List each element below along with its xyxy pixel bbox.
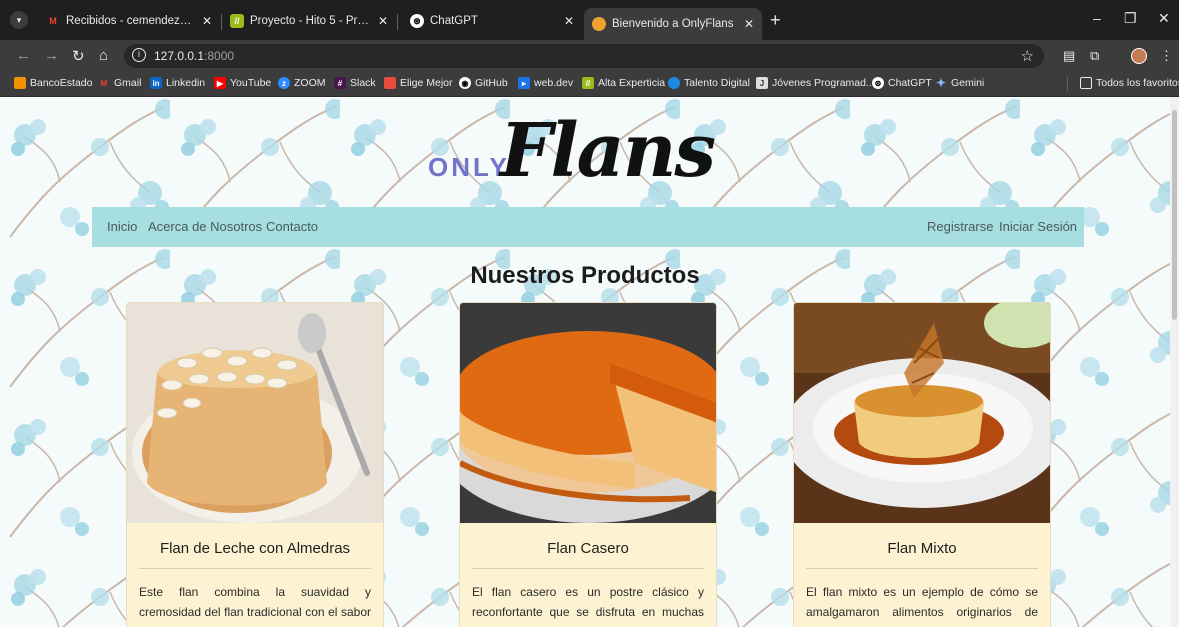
- bookmarks-bar: BancoEstado M Gmail in Linkedin ▶ YouTube z…: [0, 72, 1179, 97]
- scrollbar-thumb[interactable]: [1172, 110, 1177, 320]
- altaexperticia-icon: //: [582, 77, 594, 89]
- url-text: 127.0.0.1:8000: [154, 49, 235, 63]
- tab-chatgpt[interactable]: ⊛ ChatGPT ✕: [402, 8, 582, 34]
- product-image-flan-mixto: [794, 303, 1050, 523]
- jovenesprogramadores-icon: J: [756, 77, 768, 89]
- product-name: Flan Mixto: [887, 540, 957, 557]
- logo-flans-text: Flans: [500, 108, 716, 194]
- folder-icon: [1080, 77, 1092, 89]
- bancoestado-icon: [14, 77, 26, 89]
- product-name: Flan Casero: [547, 540, 629, 557]
- bookmark-item[interactable]: ⊛ ChatGPT: [872, 77, 932, 89]
- chatgpt-icon: ⊛: [410, 14, 424, 28]
- gemini-icon: ✦: [935, 76, 947, 90]
- chatgpt-icon: ⊛: [872, 77, 884, 89]
- flan-icon: [592, 17, 606, 31]
- close-window-icon[interactable]: ✕: [1158, 10, 1170, 27]
- site-navbar: Inicio Acerca de Nosotros Contacto Regis…: [92, 207, 1084, 247]
- bookmark-item[interactable]: Elige Mejor: [384, 77, 453, 89]
- tab-search-button[interactable]: ▾: [10, 11, 28, 29]
- home-icon[interactable]: ⌂: [99, 47, 108, 64]
- product-name: Flan de Leche con Almedras: [159, 540, 351, 557]
- page-viewport: ONLY Flans Inicio Acerca de Nosotros Con…: [0, 97, 1170, 627]
- tab-onlyflans[interactable]: Bienvenido a OnlyFlans ✕: [584, 8, 762, 40]
- restore-icon[interactable]: ❐: [1124, 10, 1137, 27]
- product-description: El flan mixto es un ejemplo de cómo se a…: [806, 585, 1038, 627]
- profile-avatar[interactable]: [1131, 48, 1147, 64]
- product-description: Este flan combina la suavidad y cremosid…: [139, 585, 371, 627]
- divider: [472, 568, 704, 569]
- webdev-icon: ▸: [518, 77, 530, 89]
- close-icon[interactable]: ✕: [378, 14, 388, 28]
- product-card[interactable]: Flan Mixto El flan mixto es un ejemplo d…: [793, 302, 1051, 627]
- bookmark-item[interactable]: BancoEstado: [14, 77, 92, 89]
- browser-tab-strip: ▾ M Recibidos - cemendezg@gmail ✕ // Pro…: [0, 0, 1179, 40]
- bookmark-item[interactable]: ▸ web.dev: [518, 77, 573, 89]
- product-card[interactable]: Flan de Leche con Almedras Este flan com…: [126, 302, 384, 627]
- divider: [139, 568, 371, 569]
- extensions-icon[interactable]: ⧉: [1090, 48, 1099, 64]
- bookmark-item[interactable]: J Jóvenes Programad...: [756, 77, 875, 89]
- site-logo[interactable]: ONLY Flans: [428, 108, 728, 210]
- browser-toolbar: ← → ↻ ⌂ i 127.0.0.1:8000 ☆ ▤ ⧉ ⋮: [0, 40, 1179, 72]
- close-icon[interactable]: ✕: [744, 17, 754, 31]
- tab-gmail[interactable]: M Recibidos - cemendezg@gmail ✕: [38, 8, 220, 34]
- github-icon: ◉: [459, 77, 471, 89]
- nav-link-inicio[interactable]: Inicio: [107, 219, 137, 234]
- all-bookmarks-folder[interactable]: Todos los favoritos: [1080, 77, 1179, 89]
- talentodigital-icon: [668, 77, 680, 89]
- tab-title: Recibidos - cemendezg@gmail: [66, 15, 196, 27]
- menu-kebab-icon[interactable]: ⋮: [1160, 48, 1173, 64]
- zoom-icon: z: [278, 77, 290, 89]
- bookmark-item[interactable]: in Linkedin: [150, 77, 205, 89]
- bookmark-item[interactable]: ✦ Gemini: [935, 76, 984, 90]
- tab-title: ChatGPT: [430, 15, 478, 27]
- close-icon[interactable]: ✕: [564, 14, 574, 28]
- slack-icon: #: [334, 77, 346, 89]
- reload-icon[interactable]: ↻: [72, 47, 85, 65]
- nav-link-acerca[interactable]: Acerca de Nosotros: [148, 219, 262, 234]
- logo-only-text: ONLY: [428, 152, 510, 182]
- back-arrow-icon[interactable]: ←: [16, 47, 31, 64]
- bookmark-item[interactable]: z ZOOM: [278, 77, 326, 89]
- minimize-icon[interactable]: –: [1093, 10, 1101, 26]
- nav-link-registrarse[interactable]: Registrarse: [927, 219, 993, 234]
- youtube-icon: ▶: [214, 77, 226, 89]
- nav-link-iniciar-sesion[interactable]: Iniciar Sesión: [999, 219, 1077, 234]
- bookmark-item[interactable]: ◉ GitHub: [459, 77, 508, 89]
- address-bar[interactable]: i 127.0.0.1:8000 ☆: [124, 44, 1044, 68]
- nav-link-contacto[interactable]: Contacto: [266, 219, 318, 234]
- site-info-icon[interactable]: i: [132, 48, 146, 62]
- media-icon[interactable]: ▤: [1063, 48, 1075, 64]
- tab-title: Bienvenido a OnlyFlans: [612, 18, 734, 30]
- bookmark-item[interactable]: //Alta Experticia: [582, 77, 665, 89]
- bookmark-star-icon[interactable]: ☆: [1021, 47, 1034, 65]
- bookmark-item[interactable]: Talento Digital: [668, 77, 750, 89]
- divider: [806, 568, 1038, 569]
- product-card[interactable]: Flan Casero El flan casero es un postre …: [459, 302, 717, 627]
- project-icon: //: [230, 14, 244, 28]
- product-description: El flan casero es un postre clásico y re…: [472, 585, 704, 627]
- bookmark-item[interactable]: M Gmail: [98, 77, 142, 89]
- bookmark-item[interactable]: # Slack: [334, 77, 376, 89]
- linkedin-icon: in: [150, 77, 162, 89]
- eligemejor-icon: [384, 77, 396, 89]
- bookmark-item[interactable]: ▶ YouTube: [214, 77, 271, 89]
- close-icon[interactable]: ✕: [202, 14, 212, 28]
- product-image-flan-casero: [460, 303, 716, 523]
- gmail-icon: M: [49, 16, 57, 26]
- tab-title: Proyecto - Hito 5 - Presentación: [250, 15, 372, 27]
- new-tab-plus-icon[interactable]: +: [770, 11, 781, 29]
- forward-arrow-icon[interactable]: →: [44, 47, 59, 64]
- section-title: Nuestros Productos: [470, 262, 700, 289]
- tab-project[interactable]: // Proyecto - Hito 5 - Presentación ✕: [222, 8, 396, 34]
- gmail-icon: M: [100, 78, 108, 88]
- product-image-flan-almendras: [127, 303, 383, 523]
